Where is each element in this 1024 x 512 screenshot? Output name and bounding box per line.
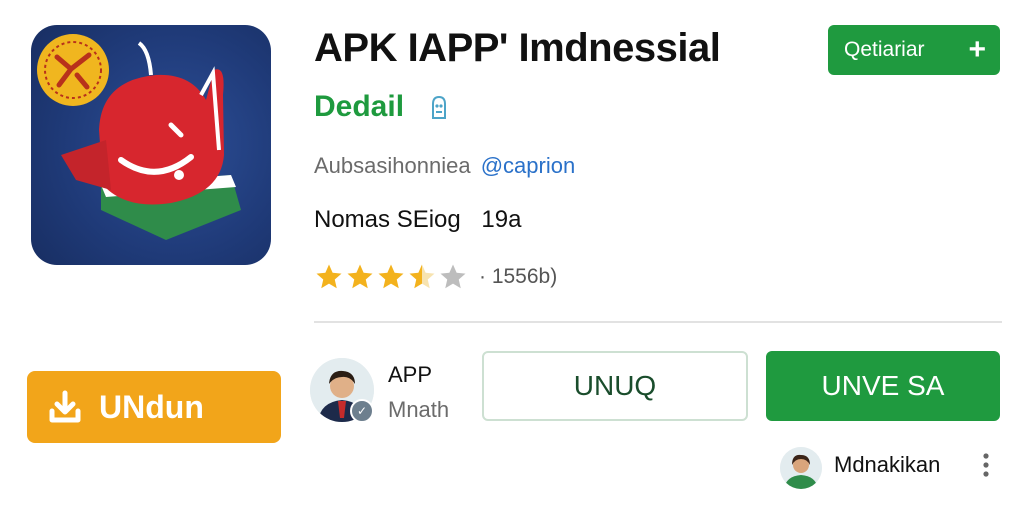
user-avatar[interactable]	[780, 447, 822, 489]
app-title: APK IAPP' Imdnessial	[314, 26, 721, 70]
subtitle-row: Dedail	[314, 90, 454, 124]
rating-count: · 1556b)	[479, 265, 558, 288]
publisher-link[interactable]: @caprion	[481, 153, 576, 178]
top-action-label: Qetiariar	[844, 38, 925, 61]
top-action-button[interactable]: Qetiariar +	[828, 25, 1000, 75]
half-star-icon	[409, 264, 435, 289]
info-icon[interactable]	[424, 92, 454, 122]
empty-star-icon	[440, 264, 466, 289]
app-icon[interactable]	[31, 25, 271, 265]
app-subtitle: Dedail	[314, 90, 405, 123]
meta-row: Nomas SEiog 19a	[314, 206, 521, 234]
publisher-name: Aubsasihonniea	[314, 153, 471, 178]
download-button[interactable]: UNdun	[27, 371, 281, 443]
app-detail-card: APK IAPP' Imdnessial Dedail Aubsasihonni…	[0, 0, 1024, 512]
publisher-row: Aubsasihonniea @caprion	[314, 153, 575, 179]
download-icon	[49, 390, 81, 423]
developer-name: APP	[388, 362, 433, 387]
meta-label: Nomas SEiog	[314, 206, 461, 233]
plus-icon: +	[968, 33, 986, 66]
divider	[314, 321, 1002, 323]
user-name: Mdnakikan	[834, 452, 941, 477]
download-label: UNdun	[99, 388, 204, 425]
primary-button[interactable]: UNVE SA	[766, 351, 1000, 421]
developer-subtitle: Mnath	[388, 397, 450, 422]
more-vertical-icon[interactable]	[981, 451, 991, 479]
meta-value: 19a	[481, 206, 522, 233]
star-icon	[347, 264, 373, 289]
rating-row: · 1556b)	[314, 262, 557, 292]
star-icon	[378, 264, 404, 289]
star-icon	[316, 264, 342, 289]
verified-badge-icon: ✓	[350, 399, 374, 423]
secondary-button[interactable]: UNUQ	[482, 351, 748, 421]
